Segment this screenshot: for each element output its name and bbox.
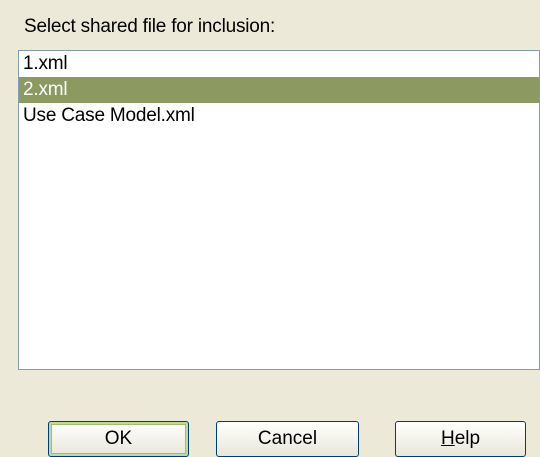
help-label-rest: elp xyxy=(454,428,481,449)
list-item[interactable]: 1.xml xyxy=(19,51,539,77)
help-mnemonic: H xyxy=(440,428,455,449)
file-listbox[interactable]: 1.xml 2.xml Use Case Model.xml xyxy=(18,50,540,370)
list-item-selected[interactable]: 2.xml xyxy=(19,77,539,103)
ok-button[interactable]: OK xyxy=(48,421,189,457)
select-shared-file-dialog: Select shared file for inclusion: 1.xml … xyxy=(0,0,540,457)
dialog-prompt: Select shared file for inclusion: xyxy=(24,16,276,37)
help-button[interactable]: Help xyxy=(395,421,526,457)
cancel-button[interactable]: Cancel xyxy=(216,421,359,457)
list-item[interactable]: Use Case Model.xml xyxy=(19,103,539,129)
